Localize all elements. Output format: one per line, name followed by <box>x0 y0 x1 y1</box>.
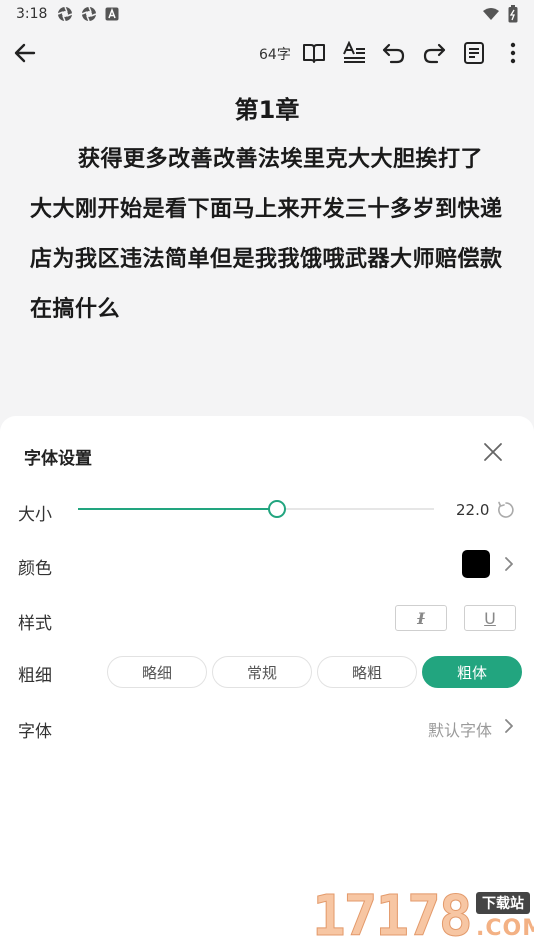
weight-option-semibold[interactable]: 略粗 <box>317 656 417 688</box>
a-box-icon <box>105 7 119 21</box>
battery-icon <box>508 5 518 23</box>
watermark-tag: 下载站 <box>476 892 530 914</box>
size-slider-fill <box>78 508 277 510</box>
notes-button[interactable] <box>459 38 489 68</box>
document-icon <box>464 42 484 64</box>
weight-option-bold[interactable]: 粗体 <box>422 656 522 688</box>
sheet-title: 字体设置 <box>24 449 92 469</box>
font-settings-sheet: 字体设置 大小 22.0 颜色 样式 I U 粗细 略细 常规 略粗 粗体 字体… <box>0 416 534 950</box>
font-label: 字体 <box>18 722 52 742</box>
status-bar: 3:18 <box>0 0 534 28</box>
open-book-icon <box>303 44 325 63</box>
color-label: 颜色 <box>18 559 52 579</box>
reset-size-button[interactable] <box>496 500 516 520</box>
weight-option-regular[interactable]: 常规 <box>212 656 312 688</box>
italic-icon: I <box>417 608 425 628</box>
status-time: 3:18 <box>16 6 48 22</box>
more-vertical-icon <box>510 42 516 64</box>
chevron-right-icon <box>505 719 513 733</box>
underline-button[interactable]: U <box>464 605 516 631</box>
word-count: 64字 <box>259 47 291 63</box>
chapter-title: 第1章 <box>234 96 300 124</box>
close-button[interactable] <box>481 440 505 464</box>
color-swatch[interactable] <box>462 550 490 578</box>
watermark-logo: 17178 下载站 .COM <box>308 884 534 950</box>
font-value[interactable]: 默认字体 <box>428 717 492 741</box>
aperture-icon <box>58 6 73 22</box>
watermark-suffix: .COM <box>476 916 534 941</box>
aperture-icon <box>82 6 97 22</box>
size-label: 大小 <box>18 505 52 525</box>
undo-button[interactable] <box>379 38 409 68</box>
size-slider[interactable] <box>78 500 434 518</box>
undo-icon <box>382 43 405 64</box>
arrow-left-icon <box>14 43 36 63</box>
chapter-body: 获得更多改善改善法埃里克大大胆挨打了大大刚开始是看下面马上来开发三十多岁到快递店… <box>30 147 503 322</box>
back-button[interactable] <box>10 38 40 68</box>
text-format-icon <box>343 41 365 63</box>
weight-option-light[interactable]: 略细 <box>107 656 207 688</box>
text-format-button[interactable] <box>339 38 369 68</box>
chevron-right-icon <box>505 557 513 571</box>
size-slider-thumb[interactable] <box>268 500 286 518</box>
style-label: 样式 <box>18 614 52 634</box>
more-button[interactable] <box>498 38 528 68</box>
italic-button[interactable]: I <box>395 605 447 631</box>
redo-icon <box>423 43 446 64</box>
reader-toolbar: 64字 <box>0 30 534 76</box>
wifi-icon <box>483 8 499 20</box>
book-button[interactable] <box>299 38 329 68</box>
font-chevron[interactable] <box>502 717 516 735</box>
weight-label: 粗细 <box>18 666 52 686</box>
size-value: 22.0 <box>456 501 490 519</box>
color-chevron[interactable] <box>502 555 516 573</box>
watermark-digits: 17178 <box>312 884 474 950</box>
redo-button[interactable] <box>419 38 449 68</box>
close-icon <box>484 443 502 461</box>
reset-icon <box>498 501 514 518</box>
underline-icon: U <box>484 608 496 628</box>
